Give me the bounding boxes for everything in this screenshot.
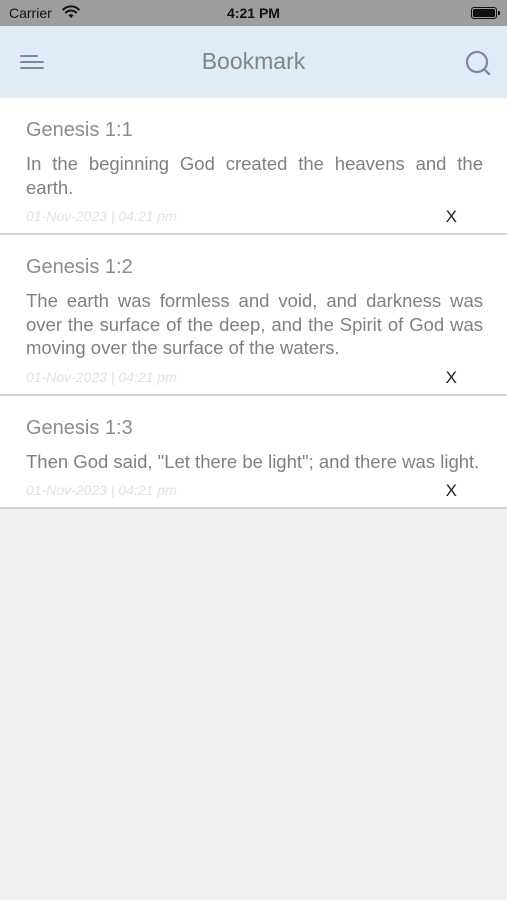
battery-icon [471, 7, 500, 19]
clock: 4:21 PM [227, 5, 280, 21]
page-title: Bookmark [201, 48, 306, 74]
bookmark-date: 01-Nov-2023 | 04:21 pm [26, 482, 177, 498]
status-bar: Carrier 4:21 PM [0, 0, 507, 26]
bookmark-item[interactable]: Genesis 1:3 Then God said, "Let there be… [0, 395, 507, 509]
bookmark-item[interactable]: Genesis 1:1 In the beginning God created… [0, 98, 507, 235]
verse-reference: Genesis 1:2 [26, 256, 133, 278]
verse-reference: Genesis 1:1 [26, 119, 133, 141]
delete-button[interactable]: X [446, 207, 457, 227]
verse-text: Then God said, "Let there be light"; and… [26, 450, 480, 472]
delete-button[interactable]: X [446, 368, 457, 388]
verse-text: In the beginning God created the heavens… [26, 153, 483, 198]
bookmark-item[interactable]: Genesis 1:2 The earth was formless and v… [0, 235, 507, 396]
bookmark-list: Genesis 1:1 In the beginning God created… [0, 98, 507, 509]
delete-button[interactable]: X [446, 481, 457, 501]
verse-reference: Genesis 1:3 [26, 416, 133, 439]
bookmark-date: 01-Nov-2023 | 04:21 pm [26, 368, 177, 385]
bookmark-date: 01-Nov-2023 | 04:21 pm [26, 208, 177, 224]
navigation-bar: Bookmark [0, 26, 507, 98]
search-icon[interactable] [461, 46, 495, 80]
verse-text: The earth was formless and void, and dar… [26, 290, 483, 358]
